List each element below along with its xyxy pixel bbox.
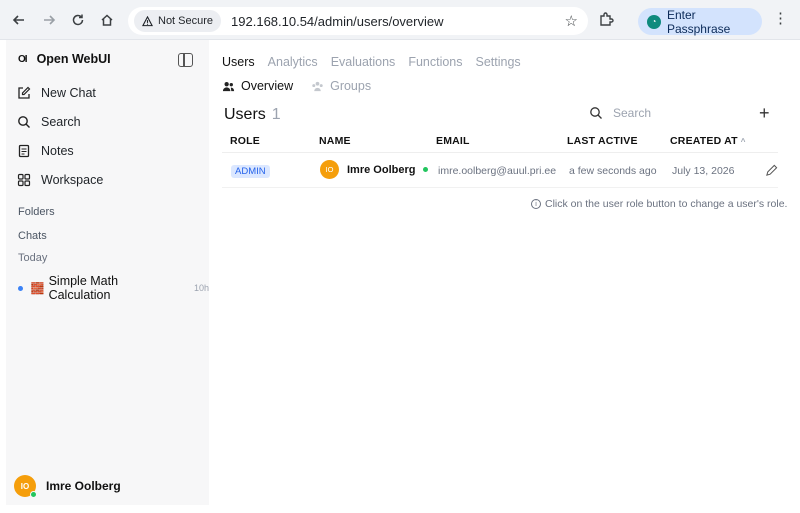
table-header: ROLE NAME EMAIL LAST ACTIVE CREATED AT ^ [222, 131, 778, 153]
home-icon[interactable] [96, 9, 118, 31]
avatar: IO [14, 475, 37, 498]
unread-dot [18, 285, 23, 291]
security-label: Not Secure [158, 15, 214, 27]
column-last-active[interactable]: LAST ACTIVE [567, 135, 638, 147]
sidebar-item-label: Workspace [41, 173, 104, 187]
search-icon [590, 107, 602, 119]
edit-pencil-icon[interactable] [765, 164, 778, 177]
role-badge-button[interactable]: ADMIN [231, 165, 270, 178]
chat-item[interactable]: 🧱 Simple Math Calculation 10h [18, 274, 209, 302]
user-email: imre.oolberg@auul.pri.ee [438, 165, 557, 177]
chat-time: 10h [193, 283, 209, 293]
search-icon [18, 116, 30, 128]
security-indicator[interactable]: Not Secure [134, 10, 222, 32]
reload-icon[interactable] [67, 9, 89, 31]
grid-icon [17, 173, 31, 187]
extensions-puzzle-icon[interactable] [598, 10, 618, 30]
browser-menu-icon[interactable]: ⋮ [773, 11, 788, 26]
user-created-at: July 13, 2026 [672, 165, 735, 177]
groups-icon [312, 81, 323, 91]
subtab-label: Overview [241, 79, 294, 93]
chat-emoji: 🧱 [30, 282, 45, 295]
column-name[interactable]: NAME [319, 135, 351, 147]
user-menu[interactable]: IO Imre Oolberg [14, 475, 121, 498]
open-webui-window: OI Open WebUI New Chat Search Notes Work… [6, 40, 790, 505]
background-page-bottom [0, 505, 800, 513]
sort-up-icon: ^ [740, 137, 746, 146]
pencil-square-icon [18, 86, 31, 99]
page-title: Users 1 [224, 106, 281, 124]
app-name: Open WebUI [36, 52, 111, 66]
sidebar-item-search[interactable]: Search [17, 115, 81, 129]
profile-key-icon: ◔ [647, 14, 661, 29]
column-label: CREATED AT [670, 135, 738, 147]
user-count: 1 [271, 106, 281, 123]
back-icon[interactable] [8, 9, 30, 31]
avatar-initials: IO [20, 481, 30, 491]
sidebar-toggle-icon[interactable] [178, 53, 193, 67]
tab-evaluations[interactable]: Evaluations [331, 55, 396, 69]
sidebar-item-label: New Chat [41, 86, 96, 100]
avatar-initials: IO [325, 165, 334, 174]
sidebar-item-workspace[interactable]: Workspace [17, 173, 103, 187]
subtab-label: Groups [330, 79, 372, 93]
notes-icon [18, 144, 30, 158]
browser-toolbar: Not Secure 192.168.10.54/admin/users/ove… [0, 0, 800, 40]
user-name: Imre Oolberg [46, 479, 121, 493]
search-input[interactable] [613, 106, 733, 120]
warning-icon [142, 15, 153, 26]
user-subtabs: Overview Groups [222, 79, 371, 93]
page-title-text: Users [224, 106, 266, 123]
avatar: IO [320, 160, 339, 179]
sidebar-item-notes[interactable]: Notes [17, 144, 74, 158]
user-search [589, 106, 733, 120]
tab-settings[interactable]: Settings [476, 55, 521, 69]
column-role[interactable]: ROLE [230, 135, 260, 147]
subtab-overview[interactable]: Overview [222, 79, 293, 93]
column-created-at[interactable]: CREATED AT ^ [670, 135, 746, 147]
sidebar-item-label: Notes [41, 144, 74, 158]
user-name: Imre Oolberg [347, 163, 416, 176]
chats-label[interactable]: Chats [18, 230, 47, 242]
tab-analytics[interactable]: Analytics [268, 55, 318, 69]
address-bar[interactable]: Not Secure 192.168.10.54/admin/users/ove… [128, 7, 588, 35]
online-status-dot [423, 167, 429, 172]
admin-panel: Users Analytics Evaluations Functions Se… [209, 40, 790, 505]
brand[interactable]: OI Open WebUI [18, 52, 111, 66]
sidebar-item-new-chat[interactable]: New Chat [17, 86, 96, 100]
enter-passphrase-button[interactable]: ◔ Enter Passphrase [638, 7, 762, 36]
user-name-cell: IO Imre Oolberg [320, 160, 429, 179]
folders-label[interactable]: Folders [18, 206, 55, 218]
hint-text: Click on the user role button to change … [545, 198, 788, 210]
online-status-dot [30, 491, 37, 498]
info-icon: i [531, 199, 541, 209]
bookmark-star-icon[interactable]: ☆ [565, 12, 578, 30]
sidebar: OI Open WebUI New Chat Search Notes Work… [6, 40, 209, 505]
column-email[interactable]: EMAIL [436, 135, 470, 147]
forward-icon[interactable] [38, 9, 60, 31]
today-label: Today [18, 252, 48, 264]
table-row: ADMIN IO Imre Oolberg imre.oolberg@auul.… [222, 154, 778, 188]
tab-users[interactable]: Users [222, 55, 255, 69]
subtab-groups[interactable]: Groups [311, 79, 371, 93]
tab-functions[interactable]: Functions [408, 55, 462, 69]
chat-title: Simple Math Calculation [48, 274, 119, 302]
admin-tabs: Users Analytics Evaluations Functions Se… [222, 55, 521, 69]
open-webui-logo: OI [18, 53, 28, 65]
role-hint: i Click on the user role button to chang… [531, 198, 787, 210]
background-page-right [790, 40, 800, 513]
users-icon [222, 81, 235, 91]
sidebar-item-label: Search [41, 115, 81, 129]
url-text[interactable]: 192.168.10.54/admin/users/overview [231, 14, 443, 29]
add-user-button[interactable]: + [759, 104, 770, 122]
user-last-active: a few seconds ago [569, 165, 657, 177]
passphrase-label: Enter Passphrase [666, 7, 731, 36]
